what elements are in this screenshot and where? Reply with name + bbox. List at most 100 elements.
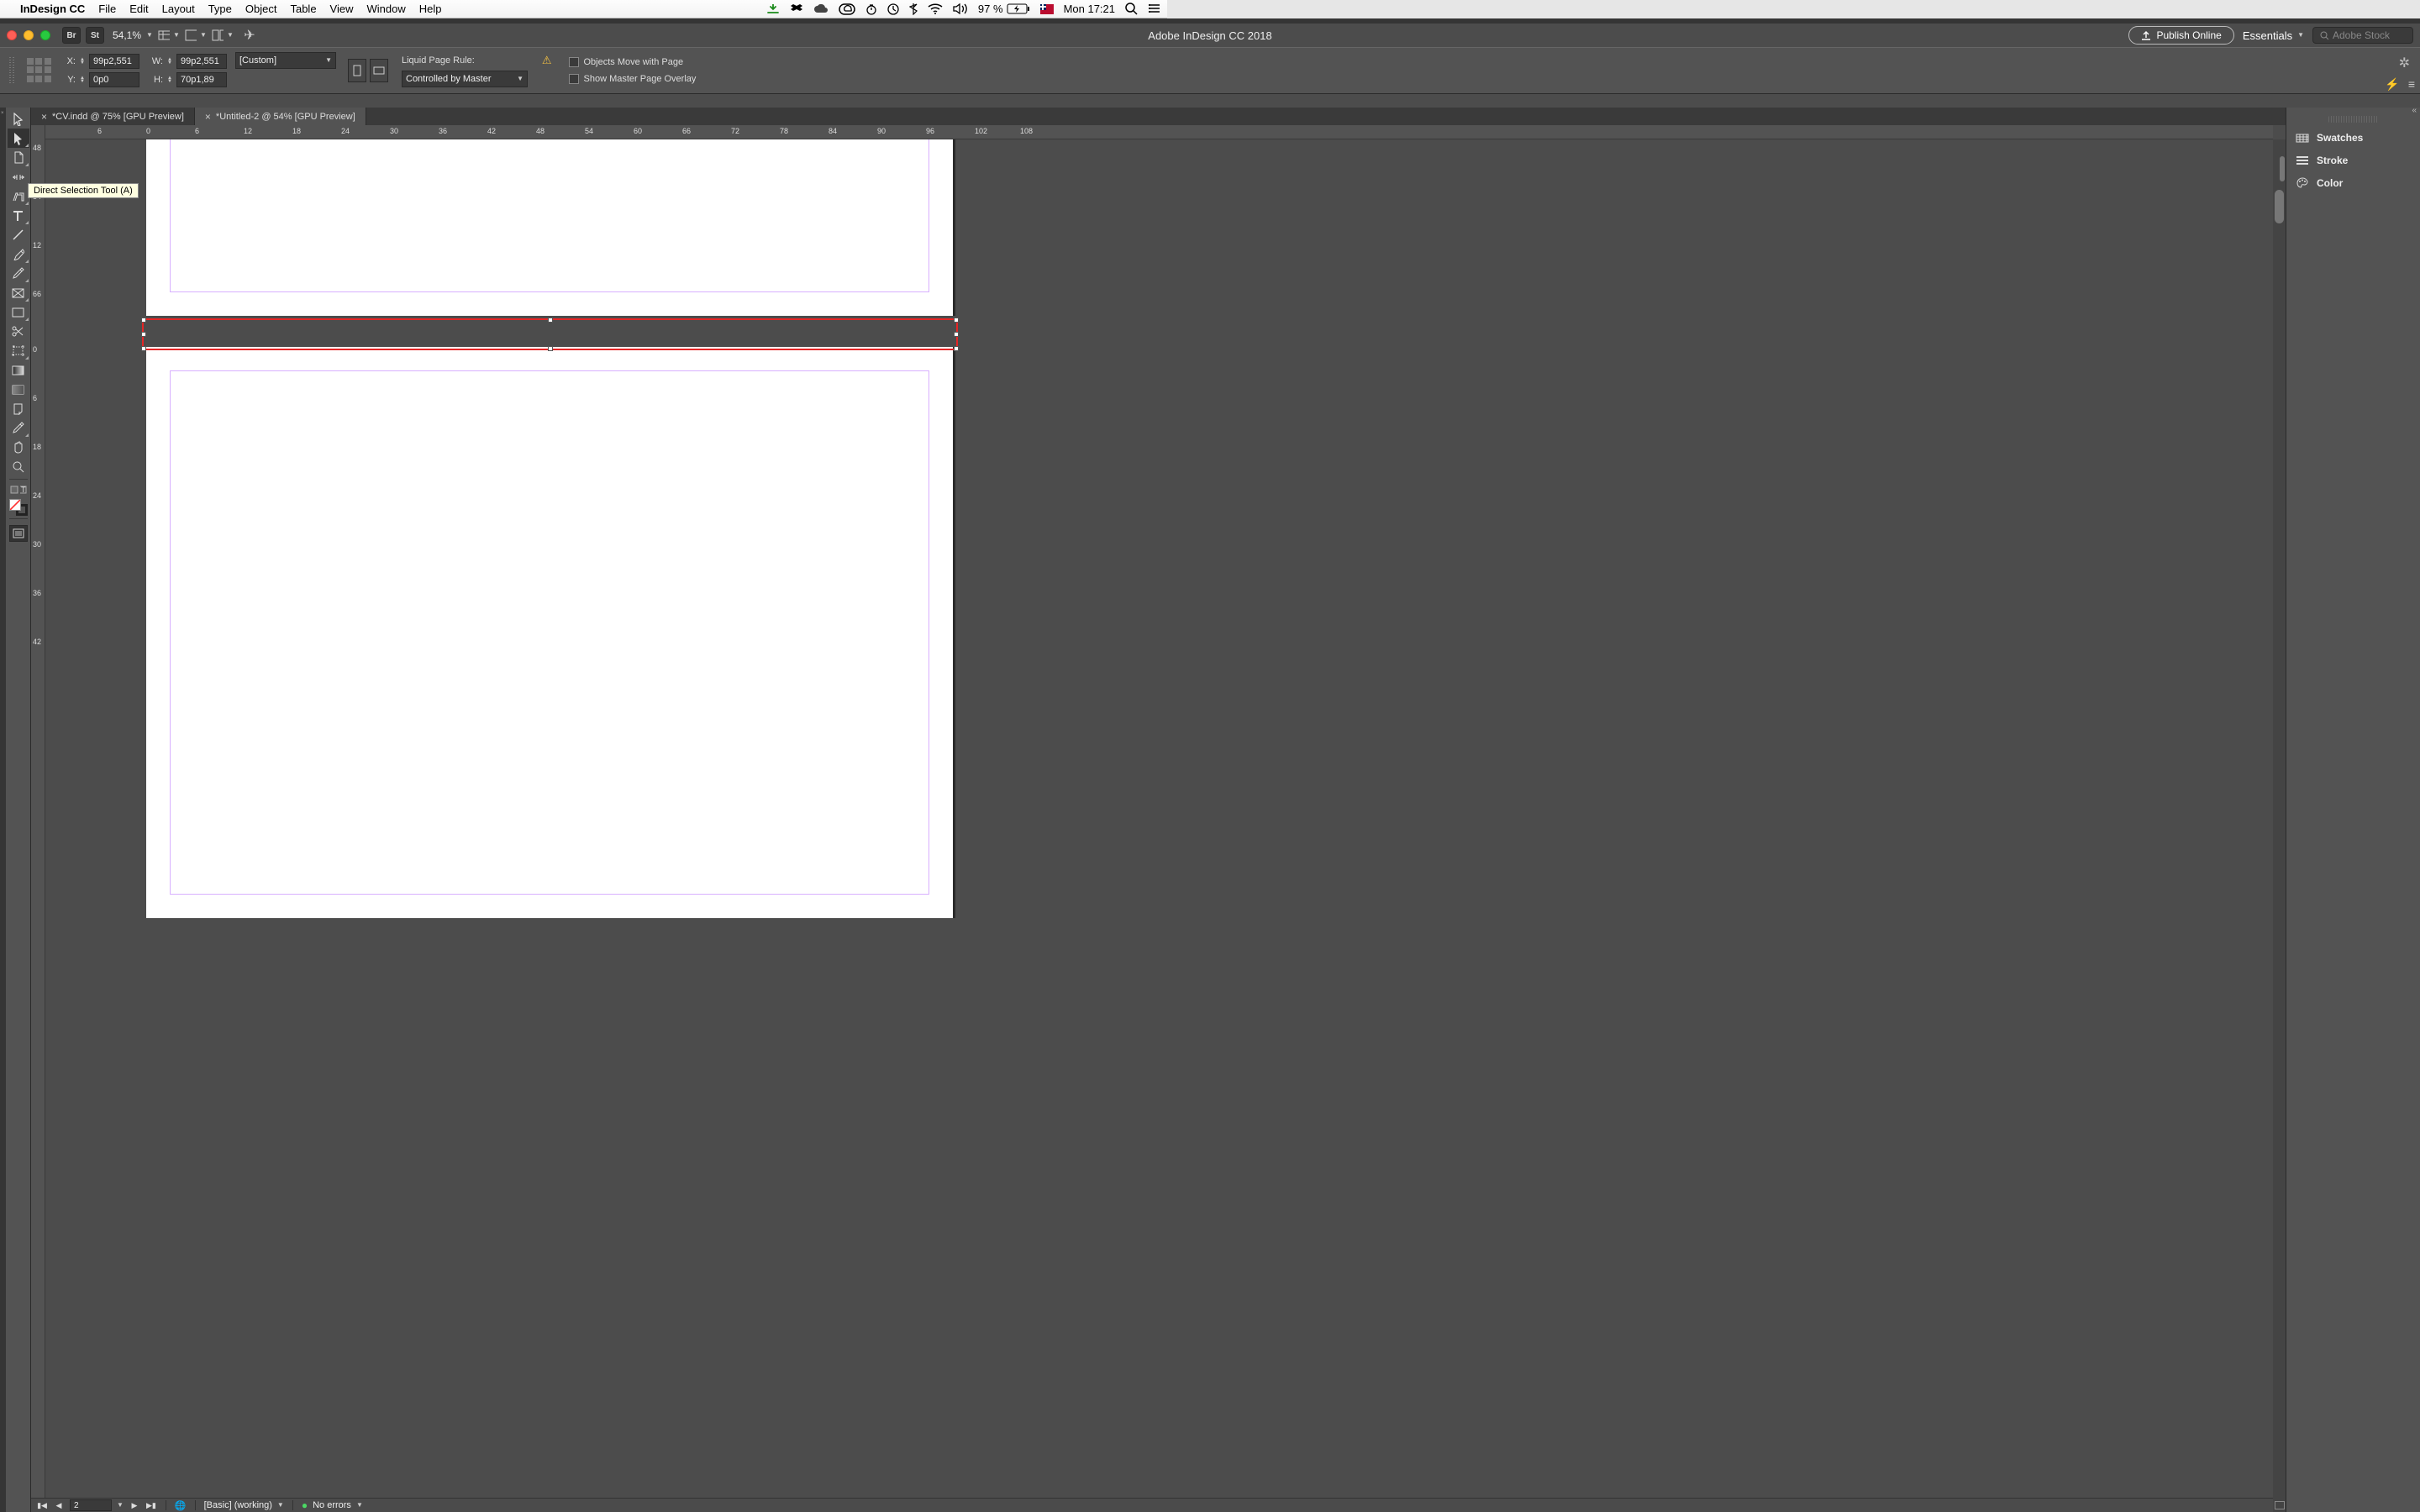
eyedropper-tool[interactable] — [8, 418, 29, 438]
preflight-errors-label[interactable]: No errors — [313, 1500, 351, 1510]
quick-apply-icon[interactable]: ⚡ — [2385, 77, 2399, 92]
h-stepper[interactable]: ▲▼ — [166, 76, 174, 83]
x-field[interactable] — [89, 54, 139, 69]
x-stepper[interactable]: ▲▼ — [78, 58, 87, 65]
chevron-down-icon[interactable]: ▼ — [277, 1501, 284, 1509]
gear-icon[interactable]: ✲ — [2399, 55, 2410, 71]
direct-selection-tool[interactable] — [8, 129, 29, 148]
vertical-scrollbar[interactable] — [2273, 139, 2286, 1498]
y-field[interactable] — [89, 72, 139, 87]
zoom-level-display[interactable]: 54,1% — [113, 29, 141, 41]
warning-icon[interactable]: ⚠ — [542, 54, 552, 67]
arrange-documents-button[interactable]: ▼ — [212, 27, 234, 44]
statusitem-clock-text[interactable]: Mon 17:21 — [1064, 3, 1115, 15]
statusitem-creativecloud-icon[interactable] — [839, 3, 855, 15]
open-in-bridge-icon[interactable]: 🌐 — [175, 1500, 187, 1511]
menu-file[interactable]: File — [98, 3, 116, 15]
gpu-performance-button[interactable]: ✈ — [239, 27, 260, 44]
rectangle-tool[interactable] — [8, 302, 29, 322]
statusitem-flag-icon[interactable] — [1040, 4, 1054, 14]
content-collector-tool[interactable] — [8, 186, 29, 206]
last-page-button[interactable]: ▶▮ — [145, 1501, 157, 1510]
window-close-button[interactable] — [7, 30, 17, 40]
liquid-rule-dropdown[interactable]: Controlled by Master ▼ — [402, 71, 528, 87]
adobe-stock-search[interactable]: Adobe Stock — [2312, 27, 2413, 44]
orientation-landscape-button[interactable] — [370, 59, 388, 82]
w-stepper[interactable]: ▲▼ — [166, 58, 174, 65]
gradient-swatch-tool[interactable] — [8, 360, 29, 380]
hand-tool[interactable] — [8, 438, 29, 457]
statusitem-bluetooth-icon[interactable] — [909, 3, 918, 15]
menu-edit[interactable]: Edit — [129, 3, 148, 15]
rectangle-frame-tool[interactable] — [8, 283, 29, 302]
horizontal-ruler[interactable]: 6 0 6 12 18 24 30 36 42 48 54 60 66 72 7… — [45, 125, 2273, 139]
menu-layout[interactable]: Layout — [162, 3, 195, 15]
control-bar-grip-icon[interactable] — [7, 52, 20, 89]
chevron-down-icon[interactable]: ▼ — [356, 1501, 363, 1509]
w-field[interactable] — [176, 54, 227, 69]
panel-menu-icon[interactable]: ≡ — [2408, 77, 2415, 92]
document-tab[interactable]: × *Untitled-2 @ 54% [GPU Preview] — [195, 108, 366, 125]
statusitem-cloud-icon[interactable] — [813, 4, 829, 14]
orientation-portrait-button[interactable] — [348, 59, 366, 82]
scrollbar-thumb[interactable] — [2275, 190, 2284, 223]
gap-tool[interactable] — [8, 167, 29, 186]
panel-grip[interactable] — [2328, 116, 2378, 123]
bridge-button[interactable]: Br — [62, 27, 81, 44]
statusitem-volume-icon[interactable] — [953, 3, 968, 14]
menu-table[interactable]: Table — [290, 3, 316, 15]
zoom-tool[interactable] — [8, 457, 29, 476]
page[interactable] — [146, 139, 953, 316]
collapse-panels-button[interactable]: « — [2286, 108, 2420, 116]
next-page-button[interactable]: ▶ — [129, 1501, 140, 1510]
statusitem-timer-icon[interactable] — [865, 3, 877, 15]
statusitem-battery[interactable]: 97 % — [978, 3, 1030, 15]
statusitem-download-icon[interactable] — [766, 4, 780, 14]
statusitem-dropbox-icon[interactable] — [790, 3, 803, 15]
page-number-field[interactable] — [70, 1499, 112, 1511]
type-tool[interactable] — [8, 206, 29, 225]
h-field[interactable] — [176, 72, 227, 87]
menu-view[interactable]: View — [330, 3, 354, 15]
fill-stroke-swatch[interactable] — [9, 499, 28, 516]
menu-window[interactable]: Window — [367, 3, 406, 15]
pencil-tool[interactable] — [8, 264, 29, 283]
prev-page-button[interactable]: ◀ — [53, 1501, 65, 1510]
panel-scroll-thumb[interactable] — [2280, 156, 2285, 181]
statusitem-clock-icon[interactable] — [887, 3, 899, 15]
publish-online-button[interactable]: Publish Online — [2128, 26, 2233, 45]
workspace-switcher[interactable]: Essentials ▼ — [2243, 29, 2304, 42]
stock-button[interactable]: St — [86, 27, 104, 44]
line-tool[interactable] — [8, 225, 29, 244]
view-options-button[interactable]: ▼ — [158, 27, 180, 44]
screen-mode-button[interactable]: ▼ — [185, 27, 207, 44]
vertical-ruler[interactable]: 48 54 12 66 0 6 18 24 30 36 42 — [31, 125, 45, 1512]
document-tab[interactable]: × *CV.indd @ 75% [GPU Preview] — [31, 108, 195, 125]
window-zoom-button[interactable] — [40, 30, 50, 40]
note-tool[interactable] — [8, 399, 29, 418]
preflight-profile-label[interactable]: [Basic] (working) — [204, 1500, 272, 1510]
screen-mode-toggle[interactable] — [9, 525, 28, 542]
statusitem-wifi-icon[interactable] — [928, 3, 943, 14]
tab-close-icon[interactable]: × — [41, 111, 47, 123]
master-overlay-checkbox[interactable] — [569, 74, 579, 84]
window-minimize-button[interactable] — [24, 30, 34, 40]
stroke-panel-tab[interactable]: Stroke — [2286, 149, 2420, 171]
page-tool[interactable] — [8, 148, 29, 167]
statusitem-spotlight-icon[interactable] — [1125, 3, 1138, 15]
chevron-down-icon[interactable]: ▼ — [117, 1501, 124, 1509]
page-preset-dropdown[interactable]: [Custom] ▼ — [235, 52, 336, 69]
menu-object[interactable]: Object — [245, 3, 277, 15]
first-page-button[interactable]: ▮◀ — [36, 1501, 48, 1510]
tab-close-icon[interactable]: × — [205, 111, 211, 123]
gradient-feather-tool[interactable] — [8, 380, 29, 399]
pen-tool[interactable] — [8, 244, 29, 264]
free-transform-tool[interactable] — [8, 341, 29, 360]
y-stepper[interactable]: ▲▼ — [78, 76, 87, 83]
menu-type[interactable]: Type — [208, 3, 232, 15]
reference-point-grid[interactable] — [27, 58, 52, 83]
size-grip[interactable] — [2273, 1498, 2286, 1512]
statusitem-notifications-icon[interactable] — [1148, 3, 1160, 14]
objects-move-checkbox[interactable] — [569, 57, 579, 67]
fill-stroke-toggle[interactable]: T — [8, 482, 29, 497]
